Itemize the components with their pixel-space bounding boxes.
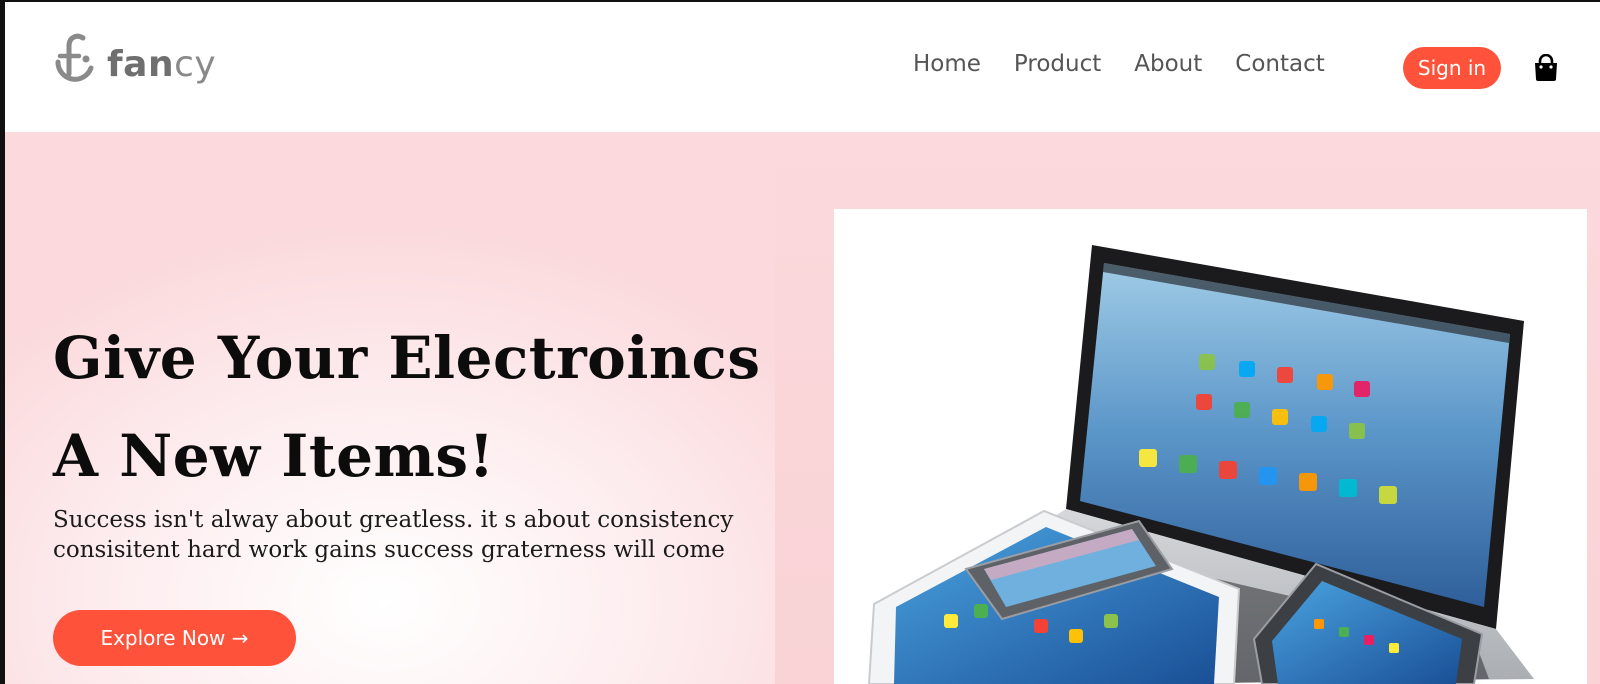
laptop-tablet-phones-image [867,245,1534,684]
hero-section: Give Your Electroincs A New Items! Succe… [5,132,1600,684]
brand-name-bold: fan [107,43,175,85]
brand-name: fancy [107,44,216,85]
nav-contact[interactable]: Contact [1235,51,1324,77]
hero-subtitle: Success isn't alway about greatless. it … [53,505,733,565]
nav-product[interactable]: Product [1014,51,1101,77]
brand-name-light: cy [174,43,217,85]
explore-now-button[interactable]: Explore Now → [53,610,296,666]
fancy-logo-icon [55,33,94,82]
shopping-bag-icon[interactable] [1533,54,1559,82]
site-header: fancy Home Product About Contact Sign in [5,2,1600,132]
hero-subtitle-line2: consisitent hard work gains success grat… [53,537,725,563]
nav-about[interactable]: About [1134,51,1202,77]
hero-subtitle-line1: Success isn't alway about greatless. it … [53,507,734,533]
brand-logo[interactable]: fancy [53,30,216,92]
hero-product-image [834,209,1587,684]
hero-title-line2: A New Items! [53,422,495,490]
sign-in-button[interactable]: Sign in [1403,47,1501,89]
window-left-border [0,0,5,684]
hero-title-line1: Give Your Electroincs [53,324,761,392]
nav-home[interactable]: Home [913,51,981,77]
main-nav: Home Product About Contact [913,51,1358,77]
window-top-border [0,0,1600,2]
